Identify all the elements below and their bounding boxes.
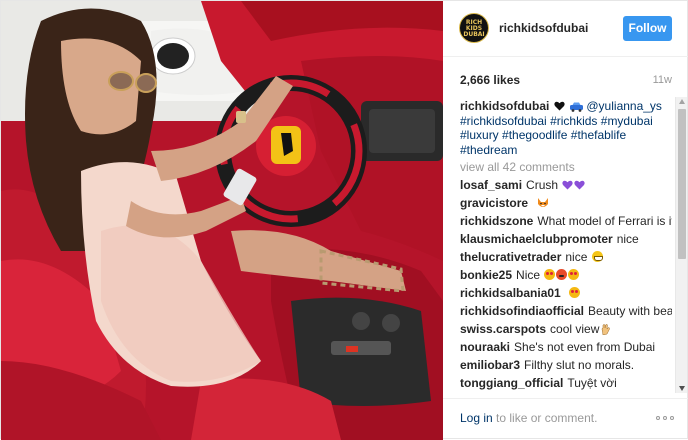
comment-username[interactable]: nouraaki	[460, 340, 510, 354]
comment-username[interactable]: emiliobar3	[460, 358, 520, 372]
more-options-icon[interactable]	[656, 416, 674, 422]
heart-eyes-icon	[544, 269, 556, 280]
comments-scrollbar[interactable]	[675, 97, 687, 393]
comment-username[interactable]: richkidsalbania01	[460, 286, 561, 300]
heart-eyes-icon	[569, 287, 581, 298]
scroll-up-arrow-icon[interactable]	[679, 99, 685, 104]
comment-row: klausmichaelclubpromoter nice	[460, 232, 672, 246]
post-footer: Log in to like or comment.	[443, 398, 688, 440]
comment-username[interactable]: richkidsofindiaofficial	[460, 304, 584, 318]
comment-row: gravicistore	[460, 196, 672, 210]
comment-row: swiss.carspots cool view	[460, 322, 672, 336]
comment-username[interactable]: tonggiang_official	[460, 376, 563, 390]
comment-row: bonkie25 Nice	[460, 268, 672, 282]
post-photo[interactable]	[1, 1, 443, 440]
comment-text: Nice	[516, 268, 541, 282]
comment-row: losaf_sami Crush	[460, 178, 672, 192]
post-side-panel: RICH KIDS DUBAI richkidsofdubai Follow 2,6…	[443, 1, 688, 440]
comment-text: Filthy slut no morals.	[524, 358, 635, 372]
hashtag[interactable]: #thedream	[460, 143, 517, 157]
comment-row: emiliobar3 Filthy slut no morals.	[460, 358, 672, 372]
purple-heart-icon	[562, 180, 574, 190]
view-all-comments-link[interactable]: view all 42 comments	[460, 160, 672, 174]
login-link[interactable]: Log in	[460, 411, 493, 425]
hand-icon	[601, 324, 611, 335]
likes-count[interactable]: 2,666 likes	[460, 73, 520, 87]
car-icon	[570, 102, 584, 112]
comment-username[interactable]: thelucrativetrader	[460, 250, 561, 264]
hashtag[interactable]: #mydubai	[601, 114, 653, 128]
comment-username[interactable]: swiss.carspots	[460, 322, 546, 336]
comment-username[interactable]: losaf_sami	[460, 178, 522, 192]
post-header: RICH KIDS DUBAI richkidsofdubai Follow	[443, 1, 688, 57]
instagram-post: RICH KIDS DUBAI richkidsofdubai Follow 2,6…	[0, 0, 688, 440]
comment-text: Tuyệt vời	[567, 376, 617, 390]
grin-icon	[591, 251, 603, 262]
comment-text: What model of Ferrari is it?	[537, 214, 672, 228]
comment-text: nice	[616, 232, 639, 246]
login-prompt: Log in to like or comment.	[460, 411, 597, 425]
hashtag[interactable]: #richkidsofdubai	[460, 114, 547, 128]
comment-text: She's not even from Dubai	[514, 340, 656, 354]
comment-username[interactable]: bonkie25	[460, 268, 512, 282]
comment-text: Beauty with beast	[588, 304, 672, 318]
black-heart-icon	[554, 101, 565, 111]
hashtag[interactable]: #thegoodlife	[502, 128, 567, 142]
caption: richkidsofdubai @yulianna_ys #richkidsof…	[460, 99, 672, 157]
follow-button[interactable]: Follow	[623, 16, 672, 41]
comments-list: richkidsofdubai @yulianna_ys #richkidsof…	[460, 99, 672, 391]
caption-username[interactable]: richkidsofdubai	[460, 99, 549, 113]
scrollbar-thumb[interactable]	[678, 109, 686, 259]
comment-row: nouraaki She's not even from Dubai	[460, 340, 672, 354]
hashtag[interactable]: #richkids	[550, 114, 597, 128]
comment-row: richkidsofindiaofficial Beauty with beast	[460, 304, 672, 318]
purple-heart-icon	[574, 180, 586, 190]
comment-row: thelucrativetrader nice	[460, 250, 672, 264]
ferrari-interior-image	[1, 1, 443, 440]
caption-mention[interactable]: @yulianna_ys	[586, 99, 662, 113]
comment-row: richkidsalbania01	[460, 286, 672, 300]
post-age[interactable]: 11w	[653, 74, 672, 86]
comment-row: richkidszone What model of Ferrari is it?	[460, 214, 672, 228]
comment-username[interactable]: klausmichaelclubpromoter	[460, 232, 613, 246]
heart-eyes-icon	[568, 269, 580, 280]
angry-icon	[556, 269, 568, 280]
avatar[interactable]: RICH KIDS DUBAI	[459, 13, 489, 43]
comment-username[interactable]: richkidszone	[460, 214, 533, 228]
fox-icon	[537, 198, 549, 209]
comment-text: cool view	[550, 322, 600, 336]
comment-row: tonggiang_official Tuyệt vời	[460, 376, 672, 390]
post-author-username[interactable]: richkidsofdubai	[499, 21, 588, 35]
comment-text: Crush	[526, 178, 559, 192]
login-prompt-text: to like or comment.	[492, 411, 598, 425]
comment-username[interactable]: gravicistore	[460, 196, 528, 210]
hashtag[interactable]: #thefablife	[571, 128, 626, 142]
avatar-logo-text: RICH KIDS DUBAI	[463, 19, 485, 38]
hashtag[interactable]: #luxury	[460, 128, 499, 142]
scroll-down-arrow-icon[interactable]	[679, 386, 685, 391]
comment-text: nice	[565, 250, 588, 264]
